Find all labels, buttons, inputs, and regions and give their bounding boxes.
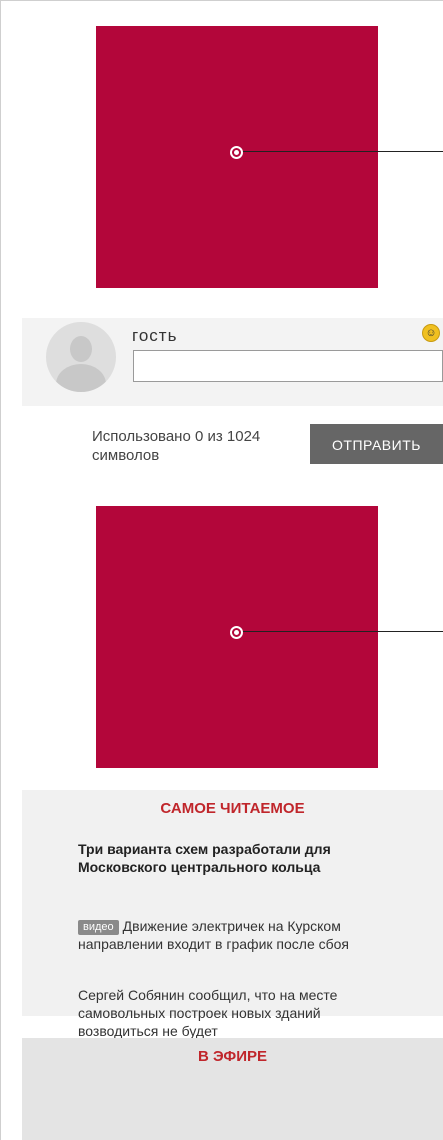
comment-input[interactable] xyxy=(133,350,443,382)
comment-user-name: гость xyxy=(132,326,178,345)
most-read-section: САМОЕ ЧИТАЕМОЕ Три варианта схем разрабо… xyxy=(22,790,443,1039)
ad-marker-icon xyxy=(230,146,243,159)
on-air-section: В ЭФИРЕ xyxy=(22,1038,443,1140)
send-button[interactable]: ОТПРАВИТЬ xyxy=(310,424,443,464)
news-headline: Три варианта схем разработали для Москов… xyxy=(78,841,331,875)
ad-pointer-line-top xyxy=(243,151,443,152)
on-air-title: В ЭФИРЕ xyxy=(197,1048,268,1065)
most-read-title: САМОЕ ЧИТАЕМОЕ xyxy=(160,800,305,817)
smiley-icon[interactable]: ☺ xyxy=(422,324,440,342)
news-link[interactable]: Сергей Собянин сообщил, что на месте сам… xyxy=(78,986,398,1040)
avatar xyxy=(46,322,116,392)
news-link[interactable]: Три варианта схем разработали для Москов… xyxy=(78,840,398,876)
ad-banner-top[interactable] xyxy=(96,26,378,288)
avatar-head-shape xyxy=(70,336,92,362)
avatar-shoulders-shape xyxy=(56,364,106,392)
ad-marker-icon xyxy=(230,626,243,639)
ad-pointer-line-middle xyxy=(243,631,443,632)
news-link[interactable]: видео Движение электричек на Курском напр… xyxy=(78,917,398,953)
char-counter: Использовано 0 из 1024 символов xyxy=(92,428,261,464)
news-headline: Сергей Собянин сообщил, что на месте сам… xyxy=(78,987,338,1039)
ad-banner-middle[interactable] xyxy=(96,506,378,768)
video-badge: видео xyxy=(78,920,119,935)
comment-form: гость ☺ xyxy=(22,318,443,406)
